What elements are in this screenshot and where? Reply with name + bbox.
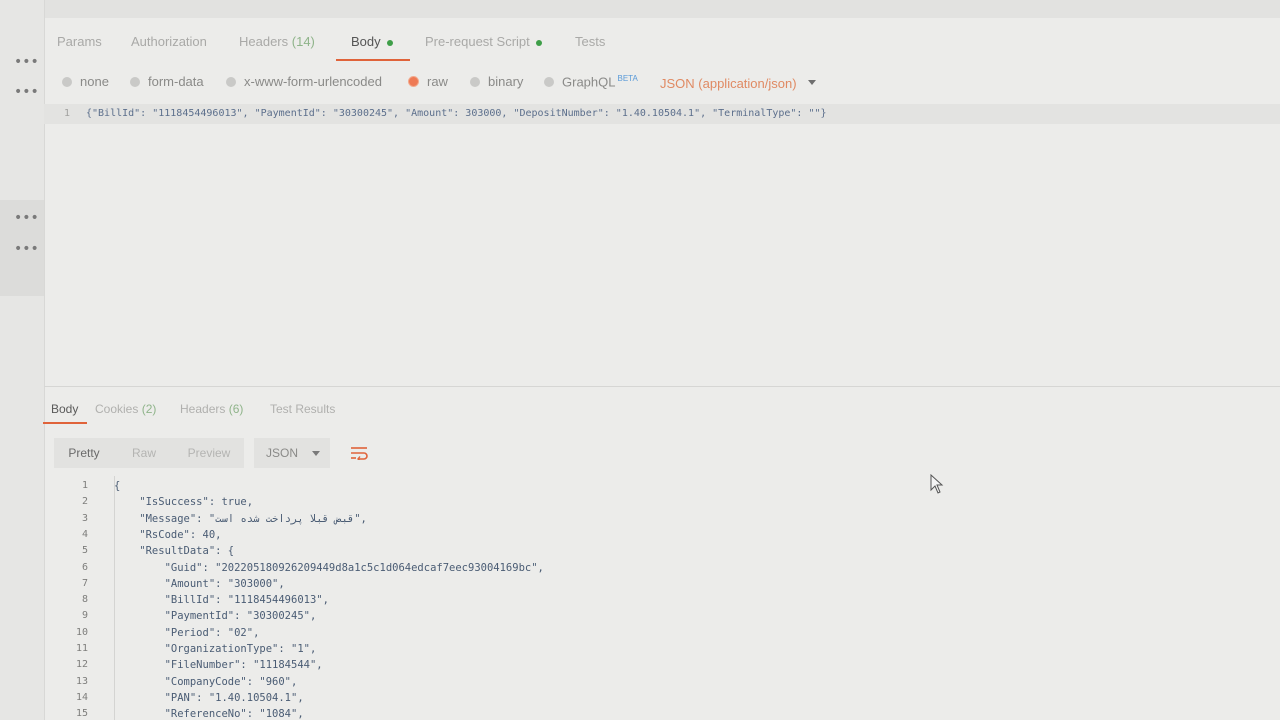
line-number: 3	[81, 512, 88, 524]
radio-form-data[interactable]: form-data	[130, 74, 204, 89]
radio-x-www-form-urlencoded[interactable]: x-www-form-urlencoded	[226, 74, 382, 89]
tab-label: Body	[51, 402, 79, 416]
line-number: 11	[75, 643, 88, 654]
tab-label: Headers	[239, 34, 289, 49]
beta-badge: BETA	[617, 74, 638, 83]
tab-body[interactable]: Body	[351, 34, 393, 49]
code-line: "ReferenceNo": "1084",	[114, 708, 304, 720]
radio-icon	[544, 77, 554, 88]
radio-binary[interactable]: binary	[470, 74, 523, 89]
radio-selected-icon	[408, 76, 419, 87]
active-response-tab-indicator	[43, 422, 87, 424]
code-line: "PAN": "1.40.10504.1",	[114, 691, 304, 704]
status-dot-icon	[386, 39, 393, 46]
radio-none[interactable]: none	[62, 74, 109, 89]
radio-label: raw	[427, 74, 448, 89]
response-tab-body[interactable]: Body	[51, 402, 78, 416]
radio-raw[interactable]: raw	[408, 74, 448, 89]
code-line: "Amount": "303000",	[114, 577, 285, 590]
radio-icon	[130, 77, 140, 87]
active-tab-indicator	[336, 59, 410, 61]
line-number: 12	[75, 659, 88, 671]
line-number: 15	[75, 708, 88, 720]
body-type-selector: none form-data x-www-form-urlencoded raw…	[44, 66, 1280, 96]
pretty-button[interactable]: Pretty	[54, 438, 114, 468]
tab-tests[interactable]: Tests	[575, 34, 605, 49]
code-line: "Period": "02",	[114, 626, 260, 639]
radio-graphql[interactable]: GraphQL BETA	[544, 74, 638, 89]
radio-label: none	[80, 74, 109, 89]
line-number: 14	[75, 691, 88, 703]
tab-label: Authorization	[131, 34, 207, 49]
status-dot-icon	[535, 39, 542, 46]
response-body-viewer[interactable]: 1 {2 "IsSuccess": true, 3 "Message": "قبض …	[44, 476, 1280, 720]
code-line: "IsSuccess": true,	[114, 496, 254, 509]
tab-label: Headers	[180, 402, 226, 416]
pane-divider[interactable]	[44, 386, 1280, 387]
line-number: 5	[81, 545, 88, 557]
radio-label: binary	[488, 74, 524, 89]
request-tabs: Params Authorization Headers (14) Body P…	[44, 28, 1280, 62]
window-top-strip	[0, 0, 1280, 18]
code-line: "FileNumber": "11184544",	[114, 659, 323, 672]
tab-authorization[interactable]: Authorization	[131, 34, 207, 49]
code-line: "ResultData": {	[114, 545, 235, 558]
tab-pre-request-script[interactable]: Pre-request Script	[425, 34, 542, 49]
line-number: 7	[81, 577, 88, 589]
code-line: "OrganizationType": "1",	[114, 643, 317, 655]
tab-label: Test Results	[270, 402, 336, 416]
preview-button[interactable]: Preview	[174, 438, 244, 468]
code-line: {	[114, 480, 121, 492]
tab-headers[interactable]: Headers (14)	[239, 34, 315, 49]
tab-label: Cookies	[95, 402, 139, 416]
tab-count: (6)	[228, 402, 244, 416]
line-number: 13	[75, 675, 88, 687]
radio-icon	[226, 77, 236, 87]
response-tab-test-results[interactable]: Test Results	[270, 402, 335, 416]
line-number: 9	[81, 610, 88, 622]
code-line: "BillId": "1118454496013",	[114, 594, 329, 607]
left-rail: ••• ••• ••• •••	[0, 0, 45, 720]
code-line: {"BillId": "1118454496013", "PaymentId":…	[86, 108, 827, 119]
code-line: "CompanyCode": "960",	[114, 675, 298, 688]
caret-down-icon[interactable]	[808, 80, 816, 85]
wrap-lines-icon[interactable]	[350, 446, 368, 460]
code-line: "Guid": "202205180926209449d8a1c5c1d064e…	[114, 561, 544, 574]
more-horizontal-icon[interactable]: •••	[14, 242, 39, 256]
request-body-editor[interactable]: 1 {"BillId": "1118454496013", "PaymentId…	[44, 100, 1280, 380]
radio-icon	[62, 77, 72, 87]
line-number: 2	[81, 496, 88, 508]
tab-label: Params	[57, 34, 102, 49]
caret-down-icon	[312, 451, 320, 456]
code-line: "Message": "قبض قبلا پرداخت شده است",	[114, 512, 367, 525]
mouse-pointer-icon	[930, 474, 944, 494]
tab-label: Body	[351, 34, 381, 49]
line-number: 8	[81, 594, 88, 606]
radio-label: GraphQL	[562, 74, 616, 90]
tab-count: (2)	[141, 402, 157, 416]
line-number: 10	[75, 626, 88, 638]
content-type-dropdown[interactable]: JSON (application/json)	[660, 76, 797, 91]
radio-label: x-www-form-urlencoded	[244, 74, 382, 89]
radio-label: form-data	[148, 74, 204, 89]
code-line: "RsCode": 40,	[114, 528, 222, 541]
more-horizontal-icon[interactable]: •••	[14, 211, 39, 225]
tab-label: Tests	[575, 34, 606, 49]
line-number: 1	[64, 108, 71, 119]
raw-button[interactable]: Raw	[114, 438, 174, 468]
more-horizontal-icon[interactable]: •••	[14, 85, 39, 99]
tab-count: (14)	[291, 34, 315, 49]
response-tab-headers[interactable]: Headers (6)	[180, 402, 243, 416]
more-horizontal-icon[interactable]: •••	[14, 55, 39, 69]
line-number: 6	[81, 561, 88, 573]
tab-params[interactable]: Params	[57, 34, 102, 49]
line-number: 1	[81, 480, 88, 491]
radio-icon	[470, 77, 480, 87]
tab-label: Pre-request Script	[425, 34, 530, 49]
response-tab-cookies[interactable]: Cookies (2)	[95, 402, 156, 416]
code-line: "PaymentId": "30300245",	[114, 610, 317, 623]
line-number: 4	[81, 528, 88, 540]
response-tabs: Body Cookies (2) Headers (6) Test Result…	[44, 398, 1280, 424]
